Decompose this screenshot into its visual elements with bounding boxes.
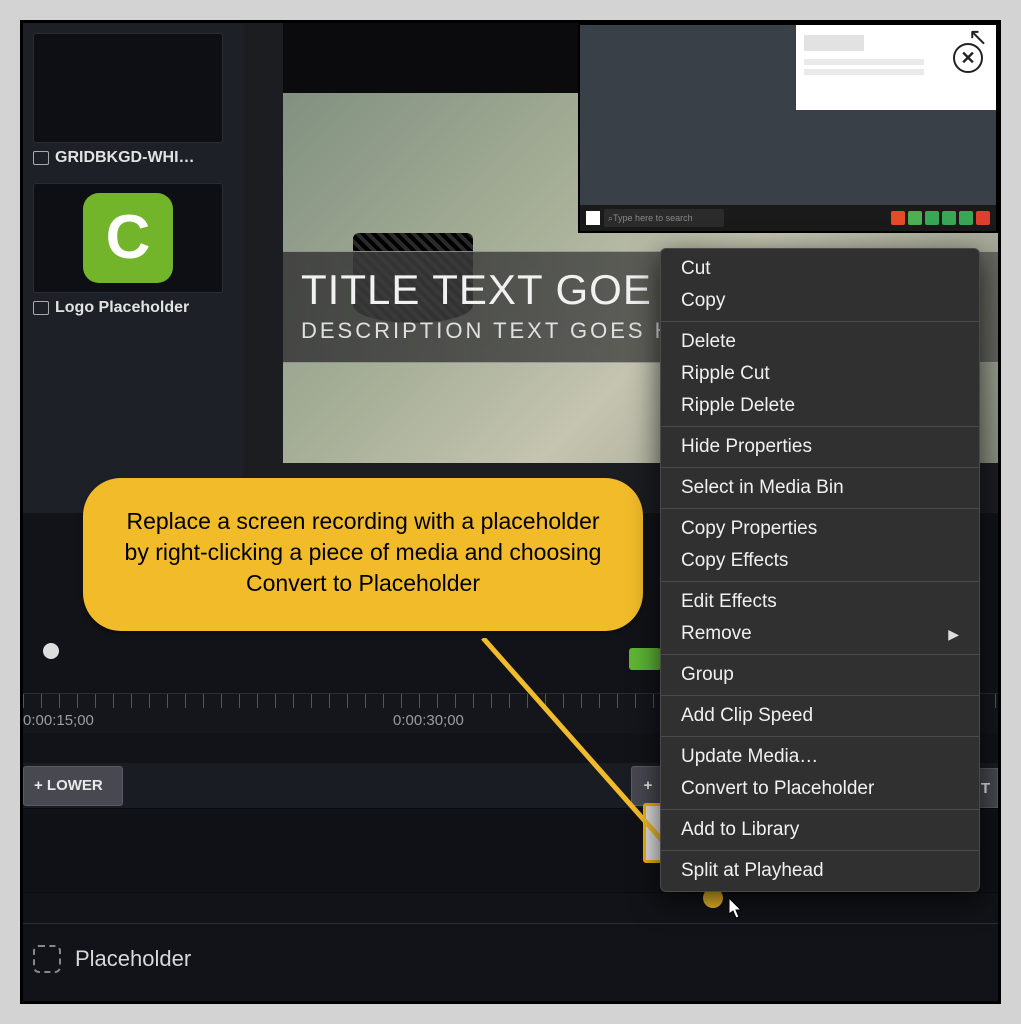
menu-separator — [661, 467, 979, 468]
marker-green[interactable] — [629, 648, 661, 670]
placeholder-track[interactable]: Placeholder — [23, 923, 998, 993]
media-label-text: GRIDBKGD-WHI… — [55, 149, 195, 167]
menu-item-label: Copy Properties — [681, 518, 817, 540]
menu-separator — [661, 809, 979, 810]
mouse-cursor-icon — [729, 898, 747, 926]
menu-item-label: Add Clip Speed — [681, 705, 813, 727]
menu-item-select-in-media-bin[interactable]: Select in Media Bin — [661, 472, 979, 504]
clip-label: + — [644, 777, 653, 794]
chevron-right-icon: ▶ — [948, 626, 959, 643]
menu-item-delete[interactable]: Delete — [661, 326, 979, 358]
media-label: GRIDBKGD-WHI… — [33, 149, 223, 167]
menu-item-label: Select in Media Bin — [681, 477, 844, 499]
menu-item-label: Update Media… — [681, 746, 818, 768]
menu-item-cut[interactable]: Cut — [661, 253, 979, 285]
taskbar-search: ⌕ Type here to search — [604, 209, 724, 227]
menu-separator — [661, 654, 979, 655]
menu-item-copy[interactable]: Copy — [661, 285, 979, 317]
menu-item-label: Ripple Cut — [681, 363, 770, 385]
menu-item-add-clip-speed[interactable]: Add Clip Speed — [661, 700, 979, 732]
menu-item-edit-effects[interactable]: Edit Effects — [661, 586, 979, 618]
close-x-icon[interactable]: ✕ — [953, 43, 983, 73]
media-label: Logo Placeholder — [33, 299, 223, 317]
windows-start-icon — [586, 211, 600, 225]
menu-separator — [661, 736, 979, 737]
menu-item-label: Cut — [681, 258, 711, 280]
menu-item-label: Copy — [681, 290, 725, 312]
callout-text: Replace a screen recording with a placeh… — [113, 506, 613, 599]
menu-item-label: Ripple Delete — [681, 395, 795, 417]
media-thumbnail — [33, 33, 223, 143]
menu-item-hide-properties[interactable]: Hide Properties — [661, 431, 979, 463]
app-window: GRIDBKGD-WHI… C Logo Placeholder — [20, 20, 1001, 1004]
media-label-text: Logo Placeholder — [55, 299, 189, 317]
menu-item-label: Delete — [681, 331, 736, 353]
menu-item-label: Add to Library — [681, 819, 799, 841]
menu-separator — [661, 508, 979, 509]
context-menu: Cut Copy Delete Ripple Cut Ripple Delete Hide… — [660, 248, 980, 892]
menu-item-label: Hide Properties — [681, 436, 812, 458]
media-thumbnail: C — [33, 183, 223, 293]
monitor-graphic: ⌕ Type here to search — [578, 23, 998, 233]
menu-item-split-at-playhead[interactable]: Split at Playhead — [661, 855, 979, 887]
menu-item-label: Group — [681, 664, 734, 686]
menu-item-ripple-cut[interactable]: Ripple Cut — [661, 358, 979, 390]
placeholder-icon — [33, 945, 61, 973]
taskbar-search-text: Type here to search — [613, 213, 693, 223]
menu-item-copy-properties[interactable]: Copy Properties — [661, 513, 979, 545]
menu-item-remove[interactable]: Remove ▶ — [661, 618, 979, 650]
image-icon — [33, 301, 49, 315]
menu-separator — [661, 426, 979, 427]
taskbar-tray — [891, 211, 990, 225]
zoom-slider-thumb[interactable] — [43, 643, 59, 659]
ruler-time-label: 0:00:15;00 — [23, 712, 94, 729]
camtasia-logo-icon: C — [83, 193, 173, 283]
menu-item-ripple-delete[interactable]: Ripple Delete — [661, 390, 979, 422]
clip-label: + LOWER — [34, 777, 103, 794]
media-item-logo[interactable]: C Logo Placeholder — [33, 183, 223, 317]
clip-lower[interactable]: + LOWER — [23, 766, 123, 806]
menu-separator — [661, 321, 979, 322]
placeholder-label: Placeholder — [75, 946, 191, 972]
menu-item-convert-to-placeholder[interactable]: Convert to Placeholder — [661, 773, 979, 805]
menu-item-add-to-library[interactable]: Add to Library — [661, 814, 979, 846]
media-bin-panel: GRIDBKGD-WHI… C Logo Placeholder — [23, 23, 243, 513]
ruler-time-label: 0:00:30;00 — [393, 712, 464, 729]
menu-separator — [661, 695, 979, 696]
menu-item-update-media[interactable]: Update Media… — [661, 741, 979, 773]
menu-item-label: Split at Playhead — [681, 860, 824, 882]
menu-separator — [661, 850, 979, 851]
menu-item-label: Copy Effects — [681, 550, 788, 572]
image-icon — [33, 151, 49, 165]
menu-item-group[interactable]: Group — [661, 659, 979, 691]
menu-item-copy-effects[interactable]: Copy Effects — [661, 545, 979, 577]
media-item-gridbkgd[interactable]: GRIDBKGD-WHI… — [33, 33, 223, 167]
taskbar: ⌕ Type here to search — [580, 205, 996, 231]
menu-item-label: Edit Effects — [681, 591, 777, 613]
help-callout: Replace a screen recording with a placeh… — [83, 478, 643, 631]
menu-item-label: Convert to Placeholder — [681, 778, 874, 800]
menu-item-label: Remove — [681, 623, 752, 645]
menu-separator — [661, 581, 979, 582]
